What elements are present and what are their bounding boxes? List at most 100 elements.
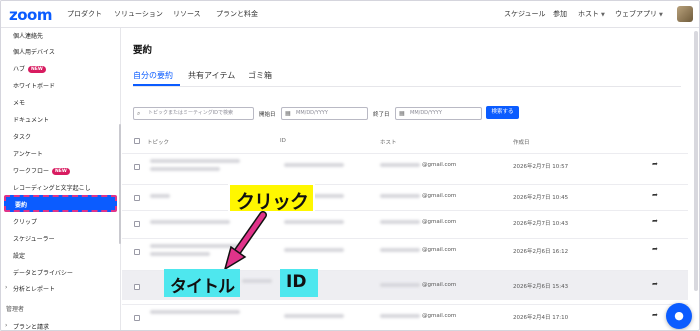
- sidebar-item-scheduler[interactable]: スケジューラー: [13, 234, 55, 243]
- select-all-checkbox[interactable]: [134, 138, 140, 144]
- redacted-topic: [150, 252, 210, 256]
- chevron-down-icon: ▼: [659, 12, 663, 18]
- nav-join[interactable]: 参加: [553, 9, 567, 19]
- sidebar-item-surveys[interactable]: アンケート: [13, 149, 43, 158]
- annotation-title-callout: タイトル: [164, 269, 240, 297]
- sidebar-item-whiteboard[interactable]: ホワイトボード: [13, 81, 55, 90]
- nav-host[interactable]: ホスト ▼: [578, 9, 605, 19]
- created-date: 2026年2月6日 15:43: [513, 284, 569, 290]
- redacted-topic: [150, 310, 240, 314]
- sidebar-item-docs[interactable]: ドキュメント: [13, 115, 49, 124]
- search-button[interactable]: 検索する: [486, 106, 519, 119]
- redacted-host: [380, 248, 420, 252]
- sidebar-scrollbar[interactable]: [119, 124, 121, 244]
- sidebar-item-personal-devices[interactable]: 個人用デバイス: [13, 47, 55, 56]
- row-checkbox[interactable]: [134, 195, 140, 201]
- row-checkbox[interactable]: [134, 284, 140, 290]
- created-date: 2026年2月4日 17:10: [513, 315, 569, 321]
- nav-resources[interactable]: リソース: [173, 9, 201, 19]
- redacted-topic: [242, 279, 272, 283]
- nav-schedule[interactable]: スケジュール: [504, 9, 546, 19]
- row-checkbox[interactable]: [134, 164, 140, 170]
- chat-icon: ●: [674, 309, 684, 322]
- share-icon[interactable]: ➦: [652, 245, 658, 253]
- tab-my-summaries[interactable]: 自分の要約: [133, 70, 173, 81]
- redacted-topic: [150, 220, 230, 224]
- row-checkbox[interactable]: [134, 249, 140, 255]
- avatar[interactable]: [677, 6, 693, 22]
- row-checkbox[interactable]: [134, 315, 140, 321]
- sidebar-item-clips[interactable]: クリップ: [13, 217, 37, 226]
- sidebar-item-analytics[interactable]: 分析とレポート: [13, 284, 55, 293]
- sidebar-item-plans-billing[interactable]: プランと請求: [13, 322, 49, 330]
- zoom-logo[interactable]: zoom: [9, 6, 52, 24]
- sidebar-item-workflows[interactable]: ワークフロー NEW: [13, 166, 70, 175]
- page-title: 要約: [133, 45, 153, 56]
- sidebar-item-hub[interactable]: ハブ NEW: [13, 64, 46, 73]
- search-placeholder: トピックまたはミーティングIDで検索: [148, 110, 234, 116]
- redacted-host: [380, 220, 420, 224]
- share-icon[interactable]: ➦: [652, 217, 658, 225]
- sidebar-item-summaries[interactable]: 要約: [4, 195, 117, 212]
- new-badge: NEW: [52, 168, 70, 175]
- sidebar-item-notes[interactable]: メモ: [13, 98, 25, 107]
- redacted-host: [380, 163, 420, 167]
- chevron-right-icon: ›: [5, 284, 8, 291]
- column-host[interactable]: ホスト: [380, 138, 397, 146]
- sidebar-item-settings[interactable]: 設定: [13, 251, 25, 260]
- table-row[interactable]: @gmail.com 2026年2月4日 17:10 ➦: [122, 304, 688, 328]
- host-email: @gmail.com: [422, 162, 457, 168]
- page-scrollbar[interactable]: [694, 31, 698, 291]
- nav-pricing[interactable]: プランと料金: [216, 9, 258, 19]
- host-email: @gmail.com: [422, 219, 457, 225]
- end-date-placeholder: MM/DD/YYYY: [410, 110, 442, 116]
- top-nav: zoom プロダクト ソリューション リソース プランと料金 スケジュール 参加…: [1, 1, 699, 28]
- annotation-id-text: ID: [286, 272, 307, 292]
- end-date-field[interactable]: ▦ MM/DD/YYYY: [395, 107, 482, 120]
- share-icon[interactable]: ➦: [652, 280, 658, 288]
- sidebar-item-data-privacy[interactable]: データとプライバシー: [13, 268, 73, 277]
- sidebar: 個人連絡先 個人用デバイス ハブ NEW ホワイトボード メモ ドキュメント タス…: [1, 28, 121, 330]
- nav-solutions[interactable]: ソリューション: [114, 9, 163, 19]
- nav-web-app[interactable]: ウェブアプリ ▼: [615, 9, 663, 19]
- start-date-field[interactable]: ▦ MM/DD/YYYY: [281, 107, 368, 120]
- redacted-host: [380, 314, 420, 318]
- row-checkbox[interactable]: [134, 221, 140, 227]
- start-date-placeholder: MM/DD/YYYY: [296, 110, 328, 116]
- share-icon[interactable]: ➦: [652, 311, 658, 319]
- nav-products[interactable]: プロダクト: [67, 9, 102, 19]
- table-row[interactable]: @gmail.com 2026年2月7日 10:57 ➦: [122, 153, 688, 177]
- help-chat-button[interactable]: ●: [666, 303, 692, 329]
- redacted-id: [284, 163, 344, 167]
- annotation-title-text: タイトル: [170, 277, 235, 297]
- redacted-host: [380, 283, 420, 287]
- redacted-id: [284, 248, 344, 252]
- sidebar-item-tasks[interactable]: タスク: [13, 132, 31, 141]
- share-icon[interactable]: ➦: [652, 191, 658, 199]
- nav-host-label: ホスト: [578, 10, 599, 18]
- column-topic[interactable]: トピック: [147, 138, 169, 146]
- host-email: @gmail.com: [422, 282, 457, 288]
- search-input[interactable]: ⌕ トピックまたはミーティングIDで検索: [133, 107, 254, 120]
- redacted-id: [284, 314, 344, 318]
- sidebar-item-recordings[interactable]: レコーディングと文字起こし: [13, 183, 91, 192]
- table-row[interactable]: @gmail.com 2026年2月7日 10:43 ➦: [122, 210, 688, 234]
- search-icon: ⌕: [137, 110, 141, 117]
- tab-divider: [133, 86, 681, 87]
- tab-trash[interactable]: ゴミ箱: [248, 70, 272, 81]
- end-date-label: 終了日: [373, 112, 390, 118]
- redacted-topic: [150, 167, 220, 171]
- column-created[interactable]: 作成日: [513, 138, 530, 146]
- sidebar-item-personal-contacts[interactable]: 個人連絡先: [13, 31, 43, 40]
- annotation-id-callout: ID: [280, 269, 318, 297]
- table-row[interactable]: @gmail.com 2026年2月6日 16:12 ➦: [122, 238, 688, 262]
- column-id[interactable]: ID: [280, 138, 286, 144]
- redacted-host: [380, 194, 420, 198]
- table-row[interactable]: @gmail.com 2026年2月7日 10:45 ➦: [122, 184, 688, 208]
- created-date: 2026年2月7日 10:43: [513, 221, 569, 227]
- redacted-topic: [150, 194, 170, 198]
- share-icon[interactable]: ➦: [652, 160, 658, 168]
- app-window: zoom プロダクト ソリューション リソース プランと料金 スケジュール 参加…: [0, 0, 700, 331]
- host-email: @gmail.com: [422, 193, 457, 199]
- tab-shared-items[interactable]: 共有アイテム: [188, 70, 235, 81]
